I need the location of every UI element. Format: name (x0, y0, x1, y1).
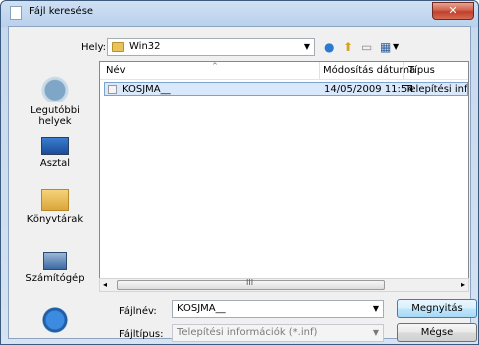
window-title: Fájl keresése (29, 6, 94, 17)
place-computer[interactable]: Számítógép (15, 246, 95, 284)
column-header: Név ^ Módosítás dátuma Típus (100, 62, 468, 80)
cancel-button[interactable]: Mégse (397, 323, 477, 342)
place-desktop[interactable]: Asztal (15, 131, 95, 169)
horizontal-scrollbar[interactable]: ◂ III ▸ (99, 278, 469, 292)
scroll-left-icon[interactable]: ◂ (103, 279, 107, 291)
open-button[interactable]: Megnyitás (397, 299, 477, 318)
places-bar: Legutóbbi helyek Asztal Könyvtárak Számí… (15, 64, 95, 339)
dialog-body: Hely: Win32 ▼ ● ⬆ ▭ ▦ ▼ Legutóbbi helyek… (8, 26, 477, 342)
file-type: Telepítési info (405, 84, 467, 95)
scroll-thumb[interactable]: III (117, 278, 385, 290)
computer-icon (43, 252, 67, 270)
location-value: Win32 (129, 41, 161, 52)
place-label: Legutóbbi helyek (30, 105, 80, 127)
list-item[interactable]: KOSJMA__ 14/05/2009 11:54 Telepítési inf… (104, 82, 468, 96)
place-network[interactable] (15, 307, 95, 336)
close-button[interactable]: ✕ (432, 2, 474, 20)
scroll-right-icon[interactable]: ▸ (461, 279, 465, 291)
filename-field[interactable]: KOSJMA__ ▼ (172, 300, 384, 318)
location-label: Hely: (81, 42, 107, 53)
chevron-down-icon[interactable]: ▼ (393, 39, 399, 55)
column-type[interactable]: Típus (408, 65, 435, 76)
file-date: 14/05/2009 11:54 (324, 84, 414, 95)
column-name[interactable]: Név (106, 65, 126, 76)
up-folder-icon[interactable]: ⬆ (343, 39, 353, 55)
title-bar[interactable]: Fájl keresése ✕ (1, 1, 478, 25)
folder-icon (112, 42, 124, 52)
desktop-icon (41, 137, 69, 155)
libraries-icon (41, 189, 69, 211)
location-combobox[interactable]: Win32 ▼ (107, 38, 315, 56)
place-label: Asztal (39, 158, 71, 169)
network-icon (40, 307, 70, 333)
place-recent[interactable]: Legutóbbi helyek (15, 76, 95, 127)
filetype-value: Telepítési információk (*.inf) (177, 327, 318, 338)
filetype-label: Fájltípus: (119, 329, 164, 340)
chevron-down-icon[interactable]: ▼ (373, 328, 379, 337)
chevron-down-icon[interactable]: ▼ (373, 304, 379, 313)
back-icon[interactable]: ● (324, 39, 334, 55)
column-date[interactable]: Módosítás dátuma (323, 65, 415, 76)
sort-ascending-icon: ^ (212, 62, 218, 70)
column-divider[interactable] (403, 62, 404, 79)
grip-icon: III (246, 278, 254, 287)
chevron-down-icon[interactable]: ▼ (304, 42, 310, 51)
place-label: Számítógép (25, 273, 85, 284)
filename-value: KOSJMA__ (177, 303, 226, 314)
new-folder-icon[interactable]: ▭ (361, 39, 372, 55)
document-icon (10, 6, 22, 20)
file-list[interactable]: Név ^ Módosítás dátuma Típus KOSJMA__ 14… (99, 61, 469, 285)
recent-places-icon (40, 76, 70, 102)
column-divider[interactable] (319, 62, 320, 79)
filename-label: Fájlnév: (119, 306, 157, 317)
place-label: Könyvtárak (26, 214, 84, 225)
file-open-dialog: Fájl keresése ✕ Hely: Win32 ▼ ● ⬆ ▭ ▦ ▼ … (0, 0, 479, 345)
place-libraries[interactable]: Könyvtárak (15, 186, 95, 225)
views-menu-icon[interactable]: ▦ (380, 39, 391, 55)
toolbar: ● ⬆ ▭ ▦ ▼ (321, 39, 441, 55)
inf-file-icon (108, 85, 117, 94)
file-name: KOSJMA__ (122, 84, 171, 95)
filetype-select[interactable]: Telepítési információk (*.inf) ▼ (172, 324, 384, 342)
